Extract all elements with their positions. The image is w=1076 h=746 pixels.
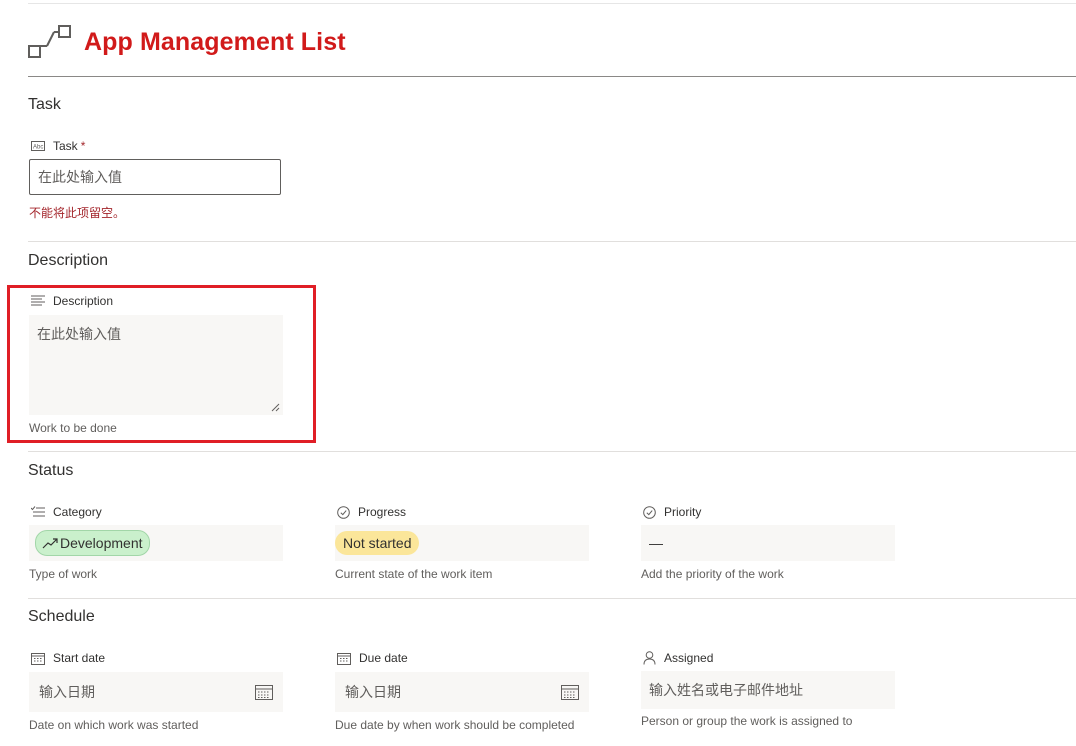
highlight-box	[7, 285, 316, 443]
person-icon	[643, 651, 656, 665]
priority-dropdown[interactable]: —	[641, 525, 895, 561]
category-hint: Type of work	[29, 567, 98, 581]
task-error-message: 不能将此项留空。	[29, 206, 126, 220]
start-date-input[interactable]: 输入日期	[29, 672, 283, 712]
trending-up-icon	[42, 538, 58, 549]
calendar-icon[interactable]	[255, 684, 273, 700]
priority-label-text: Priority	[664, 505, 702, 519]
task-input-placeholder: 在此处输入值	[38, 169, 122, 185]
section-title-description: Description	[28, 252, 109, 269]
page-header: App Management List	[28, 22, 346, 62]
priority-label: Priority	[643, 505, 701, 519]
task-input[interactable]: 在此处输入值	[29, 159, 281, 195]
progress-label-text: Progress	[358, 505, 407, 519]
due-date-input[interactable]: 输入日期	[335, 672, 589, 712]
header-divider	[28, 76, 1076, 77]
calendar-icon[interactable]	[561, 684, 579, 700]
progress-hint: Current state of the work item	[335, 567, 493, 581]
section-divider	[28, 598, 1076, 599]
start-date-hint: Date on which work was started	[29, 718, 199, 732]
start-date-label-text: Start date	[53, 651, 106, 665]
category-pill: Development	[35, 530, 150, 556]
section-title-schedule: Schedule	[28, 608, 95, 625]
assigned-hint: Person or group the work is assigned to	[641, 714, 853, 728]
start-date-placeholder: 输入日期	[39, 684, 95, 700]
assigned-input[interactable]: 输入姓名或电子邮件地址	[641, 671, 895, 709]
section-divider	[28, 451, 1076, 452]
top-divider	[28, 3, 1076, 4]
assigned-label: Assigned	[643, 651, 713, 665]
section-divider	[28, 241, 1076, 242]
start-date-label: Start date	[31, 651, 105, 665]
section-title-task: Task	[28, 96, 61, 113]
assigned-label-text: Assigned	[664, 651, 714, 665]
section-title-status: Status	[28, 462, 74, 479]
task-label: Abc Task *	[31, 139, 85, 153]
task-label-text: Task	[53, 139, 78, 153]
due-date-label: Due date	[337, 651, 408, 665]
progress-dropdown[interactable]: Not started	[335, 525, 589, 561]
due-date-placeholder: 输入日期	[345, 684, 401, 700]
due-date-label-text: Due date	[359, 651, 408, 665]
choice-list-icon	[31, 506, 45, 517]
check-circle-icon	[643, 505, 656, 519]
category-label-text: Category	[53, 505, 102, 519]
calendar-icon	[337, 652, 351, 665]
progress-pill: Not started	[335, 531, 420, 555]
category-value: Development	[60, 535, 143, 551]
progress-label: Progress	[337, 505, 406, 519]
priority-value: —	[649, 535, 663, 551]
assigned-placeholder: 输入姓名或电子邮件地址	[649, 682, 803, 698]
due-date-hint: Due date by when work should be complete…	[335, 718, 575, 732]
priority-hint: Add the priority of the work	[641, 567, 784, 581]
check-circle-icon	[337, 505, 350, 519]
category-label: Category	[31, 505, 102, 519]
flow-icon	[28, 25, 71, 58]
page-title: App Management List	[84, 27, 346, 56]
required-marker: *	[80, 139, 86, 153]
category-dropdown[interactable]: Development	[29, 525, 283, 561]
calendar-icon	[31, 652, 45, 665]
svg-text:Abc: Abc	[33, 145, 43, 151]
text-field-icon: Abc	[31, 141, 45, 151]
